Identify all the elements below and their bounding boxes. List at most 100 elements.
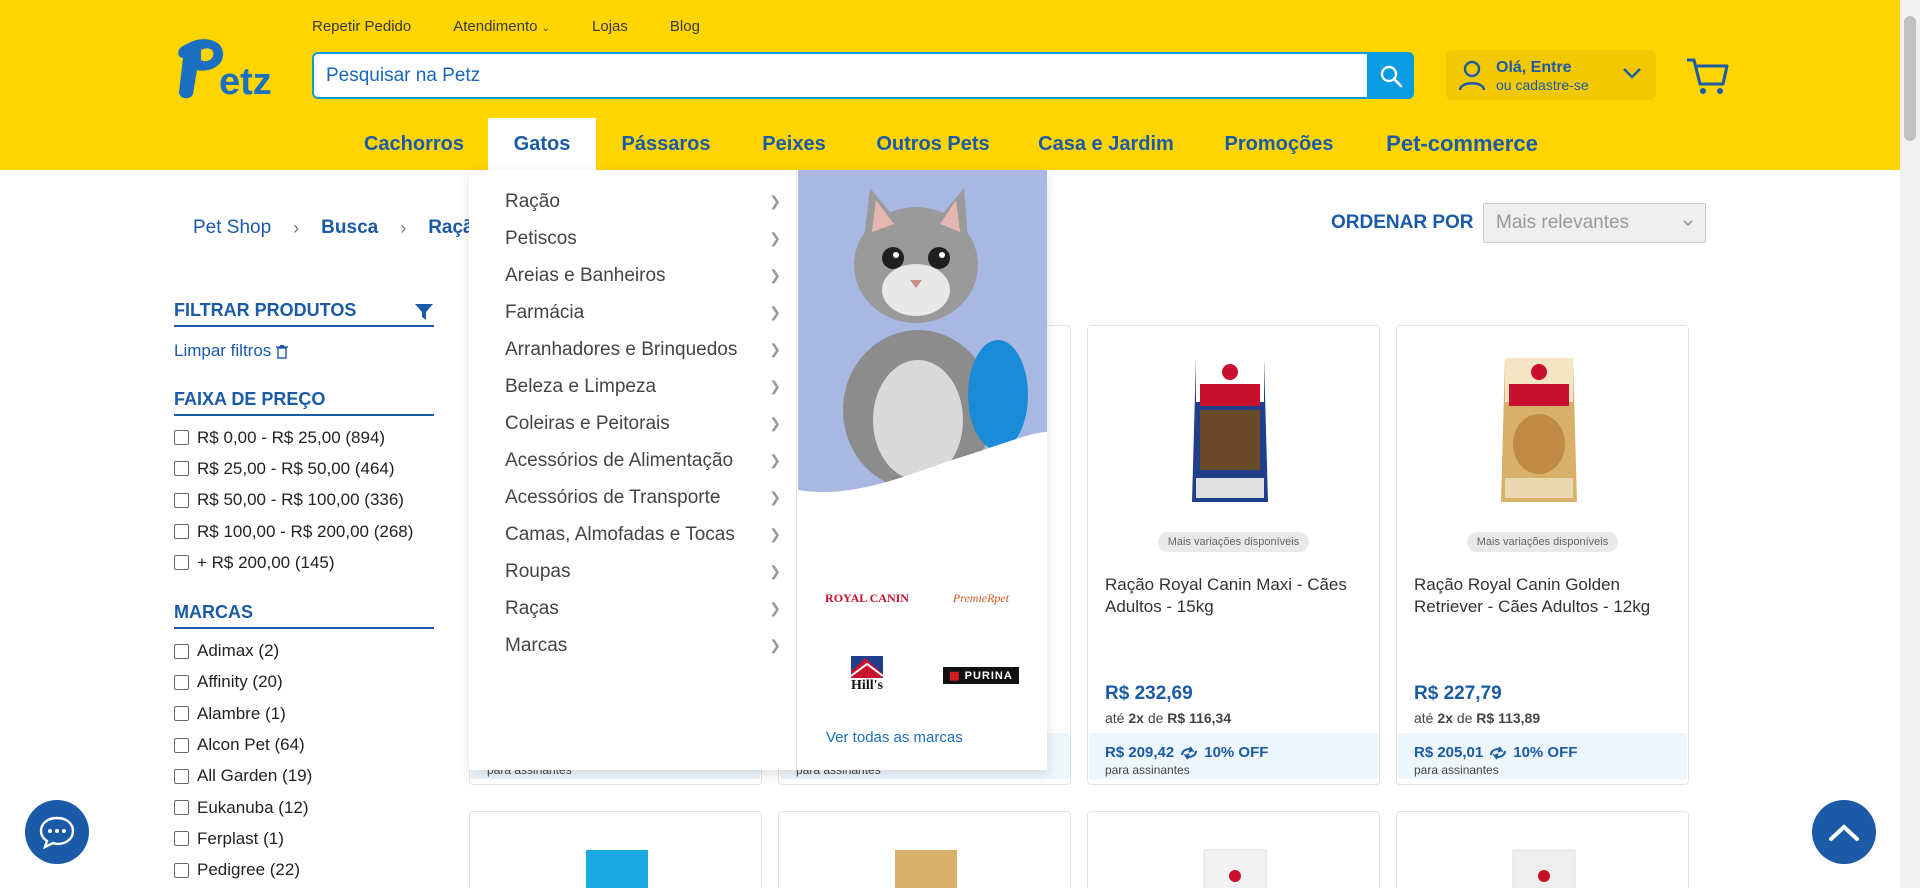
product-image[interactable]: [1509, 846, 1579, 888]
brand-filter: MARCAS Adimax (2) Affinity (20) Alambre …: [174, 602, 434, 885]
checkbox[interactable]: [174, 524, 189, 540]
nav-passaros[interactable]: Pássaros: [618, 118, 714, 170]
mega-item-racas[interactable]: Raças ❯: [505, 590, 795, 627]
product-card[interactable]: [1087, 811, 1380, 888]
back-to-top-button[interactable]: [1812, 800, 1876, 864]
checkbox[interactable]: [174, 831, 189, 847]
search-button[interactable]: [1367, 52, 1414, 99]
scrollbar-thumb[interactable]: [1904, 16, 1916, 141]
checkbox[interactable]: [174, 706, 189, 722]
product-image[interactable]: [891, 846, 961, 888]
brand-hills[interactable]: Hill's: [822, 646, 912, 702]
nav-outros-pets[interactable]: Outros Pets: [874, 118, 992, 170]
checkbox[interactable]: [174, 492, 189, 508]
mega-item-acessorios-alimentacao[interactable]: Acessórios de Alimentação ❯: [505, 442, 795, 479]
nav-promocoes[interactable]: Promoções: [1220, 118, 1338, 170]
price-option[interactable]: R$ 25,00 - R$ 50,00 (464): [174, 453, 434, 484]
nav-casa-e-jardim[interactable]: Casa e Jardim: [1036, 118, 1176, 170]
clear-filters-link[interactable]: Limpar filtros: [174, 341, 434, 361]
mega-item-farmacia[interactable]: Farmácia ❯: [505, 294, 795, 331]
breadcrumb-busca[interactable]: Busca: [321, 217, 378, 239]
checkbox[interactable]: [174, 800, 189, 816]
installment-of: de: [1147, 710, 1164, 726]
checkbox[interactable]: [174, 862, 189, 878]
product-card[interactable]: [1396, 811, 1689, 888]
mega-item-beleza[interactable]: Beleza e Limpeza ❯: [505, 368, 795, 405]
all-brands-link[interactable]: Ver todas as marcas: [826, 729, 963, 746]
nav-pet-commerce[interactable]: Pet-commerce: [1384, 118, 1540, 170]
mega-item-label: Acessórios de Alimentação: [505, 450, 734, 471]
product-name[interactable]: Ração Royal Canin Golden Retriever - Cãe…: [1414, 574, 1671, 618]
brand-option[interactable]: Affinity (20): [174, 667, 434, 698]
product-price: R$ 227,79: [1414, 683, 1502, 704]
price-option[interactable]: R$ 100,00 - R$ 200,00 (268): [174, 516, 434, 547]
product-card[interactable]: [778, 811, 1071, 888]
mega-item-areias[interactable]: Areias e Banheiros ❯: [505, 257, 795, 294]
subscriber-label: para assinantes: [1414, 763, 1499, 777]
product-image[interactable]: [582, 846, 652, 888]
checkbox[interactable]: [174, 555, 189, 571]
brand-option[interactable]: Eukanuba (12): [174, 792, 434, 823]
product-image[interactable]: [1200, 846, 1270, 888]
checkbox[interactable]: [174, 643, 189, 659]
product-card[interactable]: [469, 811, 762, 888]
brand-option[interactable]: Alcon Pet (64): [174, 729, 434, 760]
petz-logo[interactable]: etz: [173, 36, 289, 103]
price-option[interactable]: R$ 50,00 - R$ 100,00 (336): [174, 485, 434, 516]
brand-option[interactable]: All Garden (19): [174, 761, 434, 792]
top-link-repetir-pedido[interactable]: Repetir Pedido: [312, 18, 411, 35]
account-menu[interactable]: Olá, Entre ou cadastre-se: [1446, 50, 1656, 100]
page-scrollbar[interactable]: [1900, 0, 1920, 888]
product-card[interactable]: Mais variações disponíveis Ração Royal C…: [1087, 325, 1380, 785]
brand-option[interactable]: Alambre (1): [174, 698, 434, 729]
top-link-lojas[interactable]: Lojas: [592, 18, 628, 35]
product-image[interactable]: [1190, 354, 1270, 506]
mega-item-acessorios-transporte[interactable]: Acessórios de Transporte ❯: [505, 479, 795, 516]
cart-button[interactable]: [1685, 56, 1729, 96]
price-option-label: R$ 25,00 - R$ 50,00 (464): [197, 458, 395, 478]
brand-purina[interactable]: ▦ PURINA: [936, 655, 1026, 695]
checkbox[interactable]: [174, 768, 189, 784]
brand-option[interactable]: Pedigree (22): [174, 855, 434, 886]
price-option-label: R$ 50,00 - R$ 100,00 (336): [197, 490, 404, 510]
checkbox[interactable]: [174, 737, 189, 753]
cat-promo-banner[interactable]: [798, 170, 1047, 500]
mega-item-marcas[interactable]: Marcas ❯: [505, 627, 795, 664]
price-option[interactable]: R$ 0,00 - R$ 25,00 (894): [174, 422, 434, 453]
checkbox[interactable]: [174, 461, 189, 477]
product-card[interactable]: Mais variações disponíveis Ração Royal C…: [1396, 325, 1689, 785]
breadcrumb-pet-shop[interactable]: Pet Shop: [193, 217, 271, 239]
checkbox[interactable]: [174, 674, 189, 690]
order-select[interactable]: Mais relevantes: [1483, 203, 1706, 243]
brand-option[interactable]: Adimax (2): [174, 635, 434, 666]
chat-button[interactable]: [25, 800, 89, 864]
mega-item-roupas[interactable]: Roupas ❯: [505, 553, 795, 590]
mega-item-camas[interactable]: Camas, Almofadas e Tocas ❯: [505, 516, 795, 553]
brand-royal-canin[interactable]: ROYAL CANIN: [822, 578, 912, 618]
top-link-atendimento[interactable]: Atendimento ⌄: [453, 18, 550, 35]
brand-option-label: Alcon Pet (64): [197, 735, 305, 755]
mega-item-arranhadores[interactable]: Arranhadores e Brinquedos ❯: [505, 331, 795, 368]
mega-item-petiscos[interactable]: Petiscos ❯: [505, 220, 795, 257]
product-image[interactable]: [1499, 354, 1579, 506]
nav-gatos[interactable]: Gatos: [488, 118, 596, 170]
price-option-label: + R$ 200,00 (145): [197, 552, 335, 572]
price-option[interactable]: + R$ 200,00 (145): [174, 547, 434, 578]
mega-menu-categories: Ração ❯ Petiscos ❯ Areias e Banheiros ❯ Far…: [469, 170, 797, 770]
chevron-right-icon: ❯: [769, 526, 781, 542]
user-icon: [1458, 60, 1486, 91]
checkbox[interactable]: [174, 430, 189, 446]
filters-title: FILTRAR PRODUTOS: [174, 300, 434, 327]
brand-option[interactable]: Ferplast (1): [174, 823, 434, 854]
nav-peixes[interactable]: Peixes: [756, 118, 832, 170]
top-link-blog[interactable]: Blog: [670, 18, 700, 35]
chevron-right-icon: ❯: [769, 563, 781, 579]
product-name[interactable]: Ração Royal Canin Maxi - Cães Adultos - …: [1105, 574, 1362, 618]
chevron-right-icon: ❯: [769, 452, 781, 468]
chevron-right-icon: ❯: [769, 304, 781, 320]
brand-premierpet[interactable]: PremieRpet: [936, 578, 1026, 618]
mega-item-coleiras[interactable]: Coleiras e Peitorais ❯: [505, 405, 795, 442]
search-input[interactable]: [326, 62, 1326, 90]
nav-cachorros[interactable]: Cachorros: [358, 118, 470, 170]
mega-item-racao[interactable]: Ração ❯: [505, 183, 795, 220]
